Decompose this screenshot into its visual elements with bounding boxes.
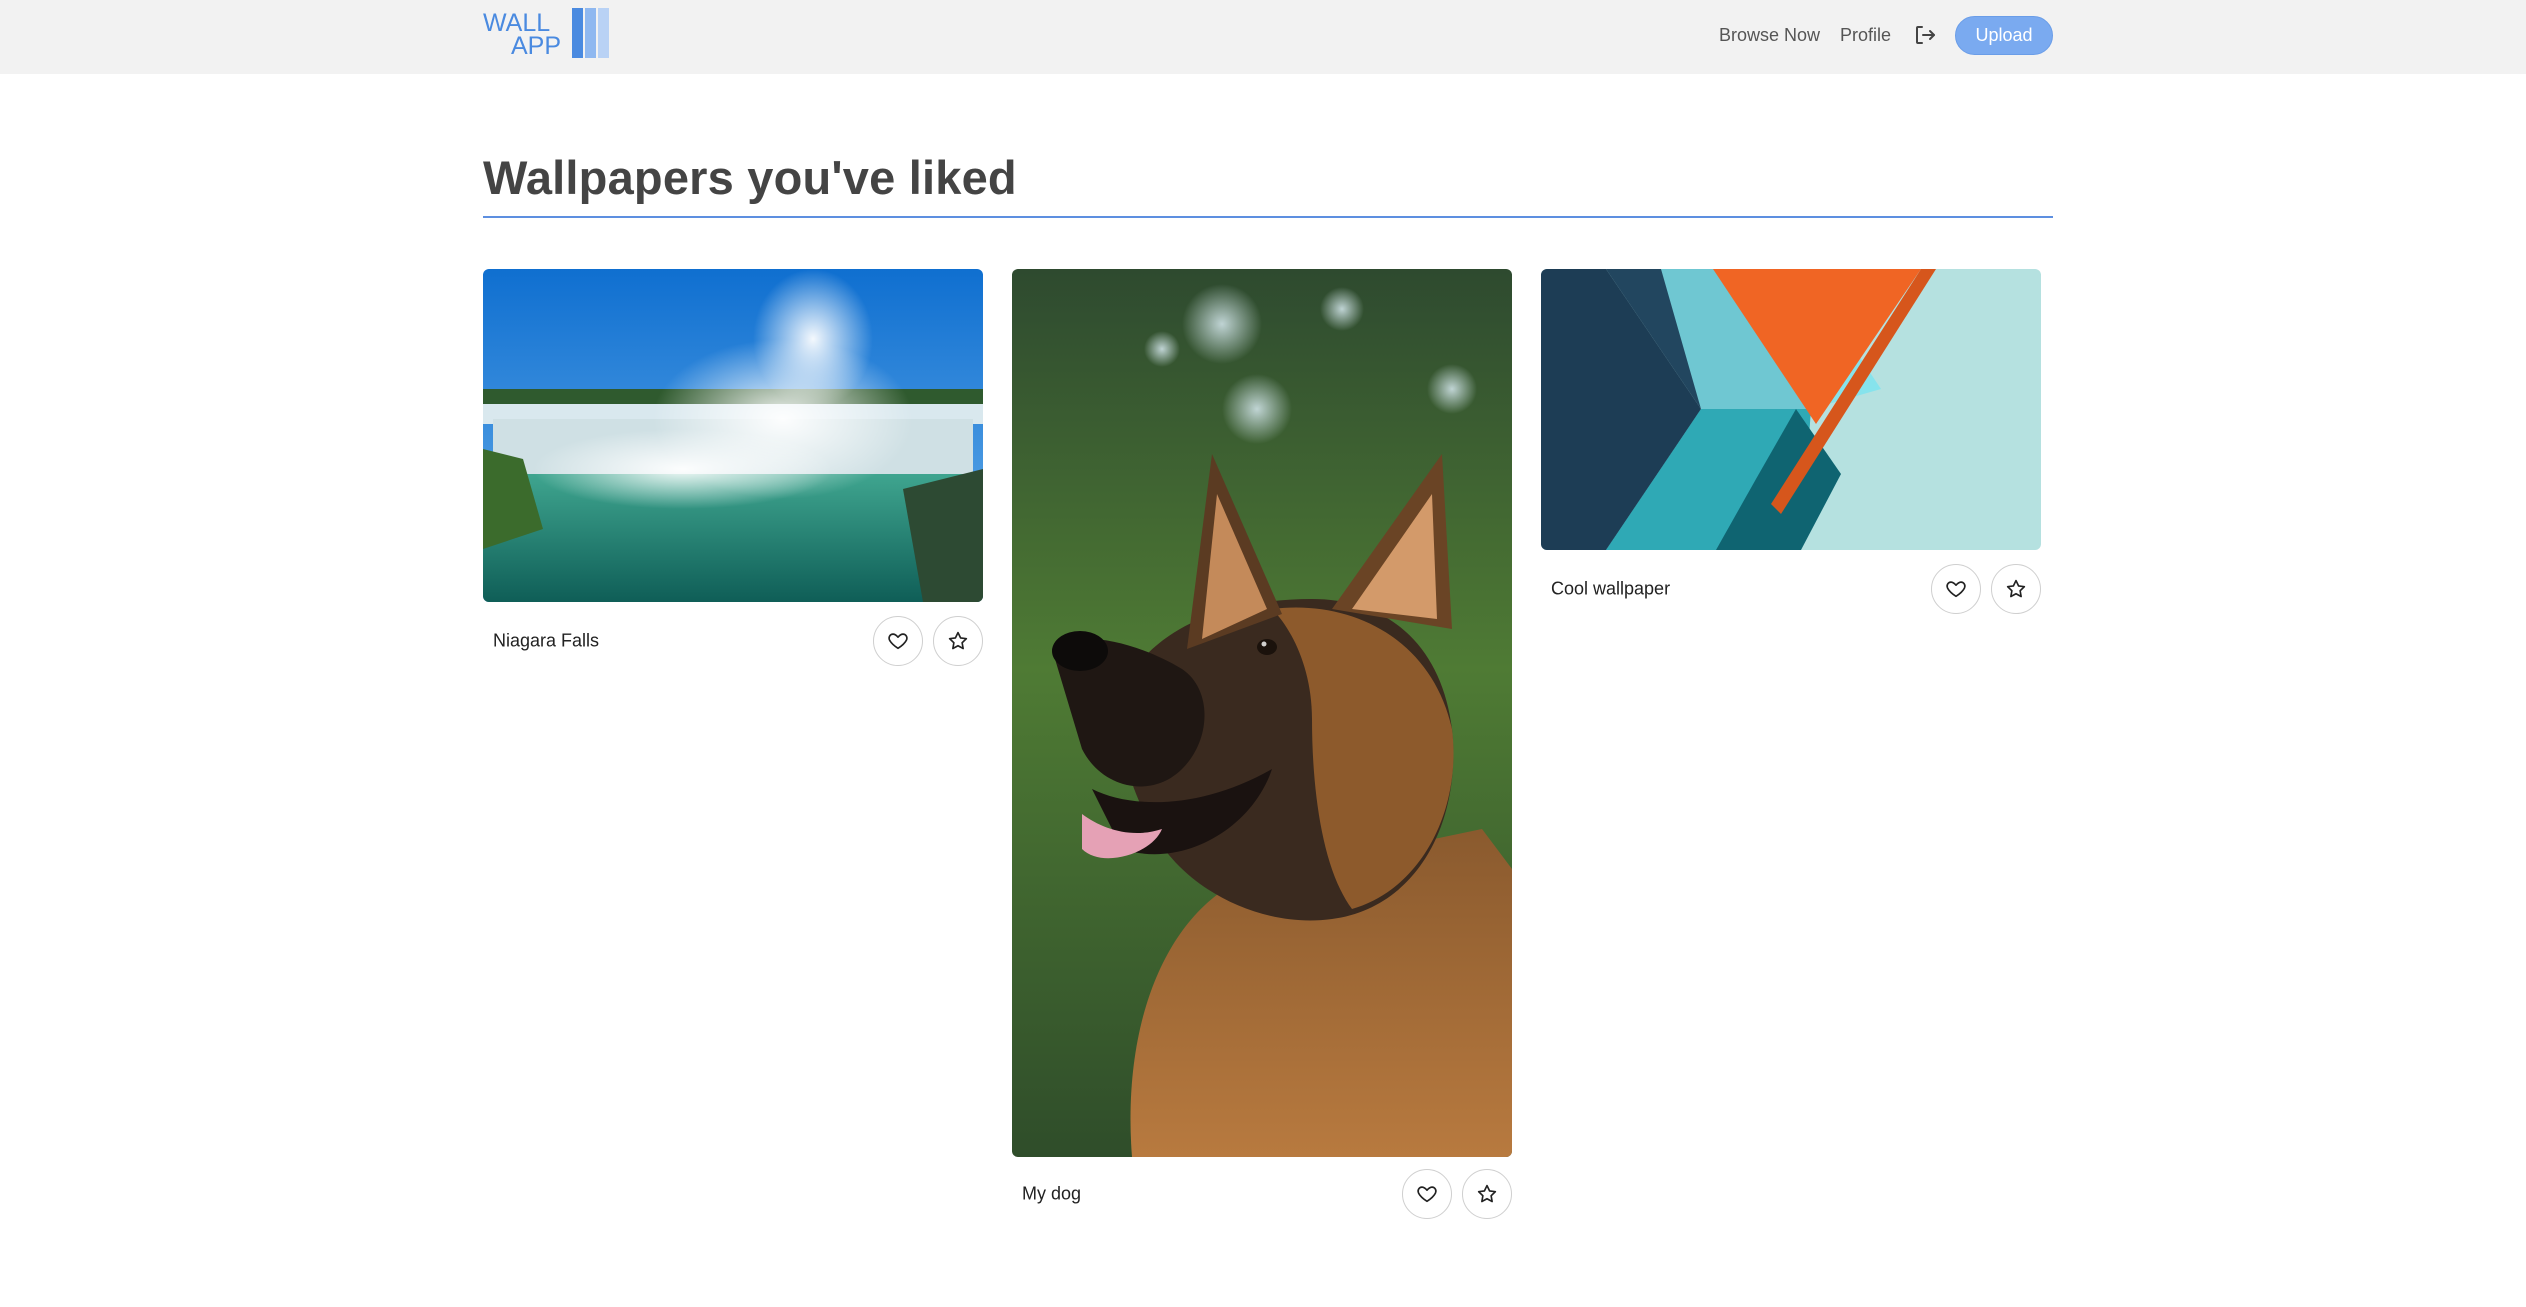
like-button[interactable]: [873, 616, 923, 666]
wallpaper-title: My dog: [1022, 1183, 1082, 1204]
top-navbar: WALL APP Browse Now Profile Upload: [0, 0, 2526, 74]
profile-link[interactable]: Profile: [1840, 25, 1891, 46]
star-icon: [2005, 578, 2027, 600]
nav-actions: Browse Now Profile Upload: [1719, 15, 2053, 55]
card-footer: My dog: [1012, 1169, 1512, 1219]
wallpaper-card: My dog: [1012, 269, 1512, 1225]
favorite-button[interactable]: [1462, 1169, 1512, 1219]
star-icon: [947, 630, 969, 652]
wallpaper-title: Niagara Falls: [493, 630, 600, 651]
like-button[interactable]: [1931, 564, 1981, 614]
favorite-button[interactable]: [933, 616, 983, 666]
heart-icon: [887, 630, 909, 652]
upload-button[interactable]: Upload: [1955, 15, 2053, 55]
svg-text:APP: APP: [511, 32, 561, 59]
wallapp-logo[interactable]: WALL APP: [483, 7, 623, 59]
page-title: Wallpapers you've liked: [483, 151, 1017, 204]
card-footer: Cool wallpaper: [1541, 564, 2041, 614]
star-icon: [1476, 1183, 1498, 1205]
logout-icon[interactable]: [1913, 23, 1937, 47]
title-divider: [483, 216, 2053, 218]
wallpaper-card: Niagara Falls: [483, 269, 983, 666]
german-shepherd-photo[interactable]: [1012, 269, 1512, 1157]
waterfall-photo[interactable]: [483, 269, 983, 602]
wallpaper-title: Cool wallpaper: [1551, 578, 1671, 599]
card-footer: Niagara Falls: [483, 616, 983, 666]
geometric-abstract-art[interactable]: [1541, 269, 2041, 550]
heart-icon: [1416, 1183, 1438, 1205]
like-button[interactable]: [1402, 1169, 1452, 1219]
wallpaper-card: Cool wallpaper: [1541, 269, 2041, 614]
browse-now-link[interactable]: Browse Now: [1719, 25, 1820, 46]
favorite-button[interactable]: [1991, 564, 2041, 614]
heart-icon: [1945, 578, 1967, 600]
